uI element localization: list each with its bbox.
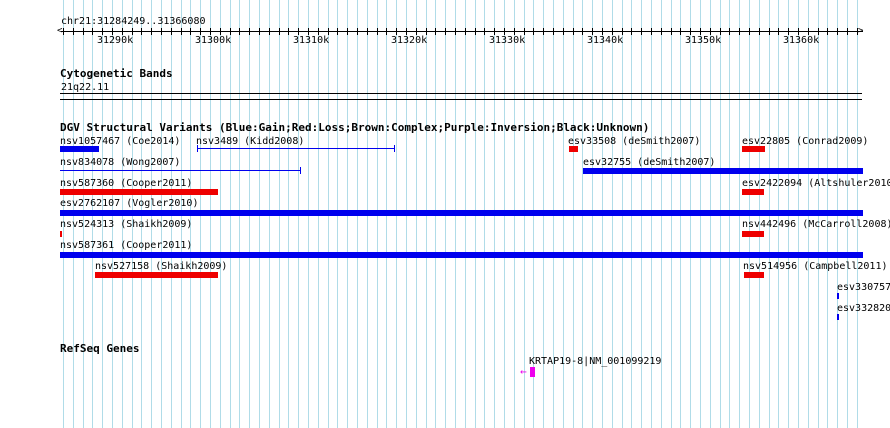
cytoband-label: 21q22.11: [61, 82, 110, 93]
variant-bar-gain[interactable]: [837, 314, 839, 320]
variant-label: esv2422094 (Altshuler2010): [742, 178, 890, 189]
variant-bar-gain[interactable]: [583, 168, 863, 174]
variant-label: nsv587360 (Cooper2011): [60, 178, 193, 189]
variant-bar-gain[interactable]: [60, 146, 99, 152]
variant-bar-loss[interactable]: [742, 189, 764, 195]
variant-bar-loss[interactable]: [95, 272, 218, 278]
ruler-right-arrow: >: [858, 26, 864, 36]
variant-bar-cap: [394, 145, 395, 152]
cytoband-bottom-line: [60, 99, 862, 100]
tick-label: 31300k: [195, 35, 232, 46]
variant-label: nsv524313 (Shaikh2009): [60, 219, 193, 230]
variant-label: esv33508 (deSmith2007): [568, 136, 701, 147]
gene-feature[interactable]: [530, 367, 535, 377]
variant-label: nsv587361 (Cooper2011): [60, 240, 193, 251]
tick-label: 31350k: [685, 35, 722, 46]
variant-label: esv3307577: [837, 282, 890, 293]
tick-label: 31310k: [293, 35, 330, 46]
variant-label: esv3328207: [837, 303, 890, 314]
tick-label: 31290k: [97, 35, 134, 46]
variant-bar-loss[interactable]: [60, 189, 218, 195]
ruler-left-arrow: <: [57, 26, 63, 36]
tick-label: 31330k: [489, 35, 526, 46]
tick-label: 31320k: [391, 35, 428, 46]
variant-label: esv32755 (deSmith2007): [583, 157, 716, 168]
tick-label: 31340k: [587, 35, 624, 46]
variant-bar-cap: [300, 167, 301, 174]
variant-bar-gain[interactable]: [60, 210, 863, 216]
strand-arrow-icon: ←: [520, 365, 527, 378]
variant-bar-loss[interactable]: [742, 231, 764, 237]
variant-bar-loss[interactable]: [744, 272, 764, 278]
ruler-axis-line: [61, 31, 863, 32]
genome-browser-view: chr21:31284249..31366080 < > 31290k 3130…: [0, 0, 890, 428]
variant-bar-cap: [197, 145, 198, 152]
cytoband-top-line: [60, 93, 862, 94]
variant-bar-loss[interactable]: [742, 146, 765, 152]
variant-bar-loss[interactable]: [60, 231, 62, 237]
variant-label: nsv834078 (Wong2007): [60, 157, 181, 168]
dgv-track-title: DGV Structural Variants (Blue:Gain;Red:L…: [60, 121, 650, 134]
variant-label: nsv514956 (Campbell2011): [743, 261, 888, 272]
variant-label: nsv442496 (McCarroll2008): [742, 219, 890, 230]
variant-bar-loss[interactable]: [569, 146, 578, 152]
variant-bar-gain[interactable]: [197, 148, 395, 149]
variant-bar-gain[interactable]: [60, 170, 301, 171]
variant-bar-gain[interactable]: [837, 293, 839, 299]
refseq-track-title: RefSeq Genes: [60, 342, 140, 355]
coordinate-range: chr21:31284249..31366080: [61, 16, 206, 27]
cytoband-track-title: Cytogenetic Bands: [60, 67, 173, 80]
variant-label: esv2762107 (Vogler2010): [60, 198, 199, 209]
variant-label: nsv527158 (Shaikh2009): [95, 261, 228, 272]
tick-label: 31360k: [783, 35, 820, 46]
gene-label: KRTAP19-8|NM_001099219: [529, 356, 662, 367]
variant-label: nsv3489 (Kidd2008): [196, 136, 305, 147]
variant-bar-gain[interactable]: [60, 252, 863, 258]
